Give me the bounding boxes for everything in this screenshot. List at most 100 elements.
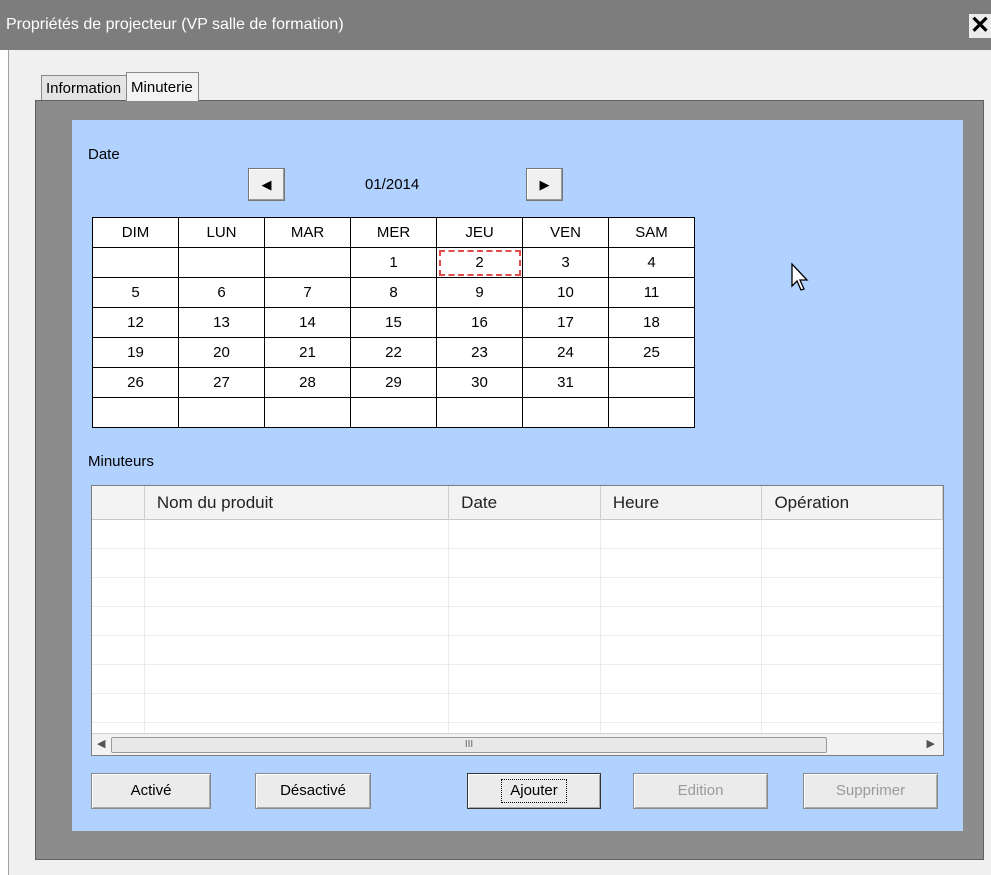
calendar-day-cell[interactable]: 24 <box>522 337 609 368</box>
column-header-product-name[interactable]: Nom du produit <box>145 486 450 520</box>
table-cell <box>762 549 943 578</box>
table-cell <box>601 549 763 578</box>
calendar-day-cell[interactable]: 18 <box>608 307 695 338</box>
table-cell <box>92 694 145 723</box>
prev-month-button[interactable]: ◀ <box>248 168 285 201</box>
calendar-day-cell[interactable]: 31 <box>522 367 609 398</box>
calendar-week-row: 26 27 28 29 30 31 <box>92 367 695 398</box>
table-cell <box>449 636 601 665</box>
calendar-day-cell[interactable]: 5 <box>92 277 179 308</box>
table-row <box>92 607 943 636</box>
enable-button-label: Activé <box>130 782 172 799</box>
timer-panel: Date ◀ 01/2014 ▶ DIM LUN MAR MER JEU VEN SAM 1 2… <box>72 120 963 831</box>
enable-button[interactable]: Activé <box>91 773 211 809</box>
calendar-empty-cell <box>522 397 609 428</box>
calendar-day-cell[interactable]: 19 <box>92 337 179 368</box>
calendar-day-cell[interactable]: 16 <box>436 307 523 338</box>
calendar-empty-cell <box>264 397 351 428</box>
table-cell <box>449 549 601 578</box>
table-cell <box>601 607 763 636</box>
calendar-day-cell[interactable]: 1 <box>350 247 437 278</box>
scroll-grip: III <box>464 739 474 750</box>
table-cell <box>601 520 763 549</box>
table-cell <box>449 665 601 694</box>
table-cell <box>449 578 601 607</box>
table-cell <box>92 520 145 549</box>
calendar-day-cell[interactable]: 15 <box>350 307 437 338</box>
tab-minuterie[interactable]: Minuterie <box>126 72 199 101</box>
calendar-day-cell[interactable]: 7 <box>264 277 351 308</box>
calendar-empty-cell <box>178 397 265 428</box>
column-header-time[interactable]: Heure <box>601 486 763 520</box>
edit-button-label: Edition <box>677 782 724 799</box>
table-cell <box>145 636 450 665</box>
calendar-day-cell[interactable]: 28 <box>264 367 351 398</box>
day-header: LUN <box>178 217 265 248</box>
next-month-button[interactable]: ▶ <box>526 168 563 201</box>
day-header: MAR <box>264 217 351 248</box>
calendar-day-cell[interactable]: 20 <box>178 337 265 368</box>
calendar-day-cell[interactable]: 11 <box>608 277 695 308</box>
calendar-day-cell[interactable]: 22 <box>350 337 437 368</box>
table-cell <box>601 694 763 723</box>
calendar-empty-cell <box>608 397 695 428</box>
calendar-day-cell[interactable]: 21 <box>264 337 351 368</box>
column-header-date[interactable]: Date <box>449 486 601 520</box>
chevron-right-icon: ▶ <box>539 176 550 192</box>
table-row <box>92 578 943 607</box>
tab-strip: Information Minuterie <box>41 72 199 101</box>
horizontal-scrollbar[interactable]: ◀ III ▶ <box>92 733 943 755</box>
day-header: JEU <box>436 217 523 248</box>
date-section-label: Date <box>88 146 120 163</box>
table-cell <box>762 665 943 694</box>
calendar-week-row: 1234 <box>92 247 695 278</box>
calendar-empty-cell <box>178 247 265 278</box>
disable-button[interactable]: Désactivé <box>255 773 371 809</box>
tab-information[interactable]: Information <box>41 75 128 101</box>
table-cell <box>145 665 450 694</box>
calendar-day-cell[interactable]: 29 <box>350 367 437 398</box>
dialog-body: Information Minuterie Date ◀ 01/2014 ▶ D… <box>8 50 991 875</box>
calendar-day-cell[interactable]: 9 <box>436 277 523 308</box>
day-header: MER <box>350 217 437 248</box>
table-cell <box>449 520 601 549</box>
calendar-day-cell[interactable]: 10 <box>522 277 609 308</box>
calendar-day-cell[interactable]: 23 <box>436 337 523 368</box>
calendar-day-cell[interactable]: 12 <box>92 307 179 338</box>
calendar-empty-cell <box>264 247 351 278</box>
calendar-day-cell[interactable]: 13 <box>178 307 265 338</box>
mouse-pointer-icon <box>791 262 809 291</box>
calendar-day-cell[interactable]: 8 <box>350 277 437 308</box>
table-row <box>92 520 943 549</box>
calendar-day-cell[interactable]: 14 <box>264 307 351 338</box>
table-row <box>92 636 943 665</box>
table-row <box>92 694 943 723</box>
scroll-thumb[interactable]: III <box>111 737 827 753</box>
calendar-day-cell[interactable]: 26 <box>92 367 179 398</box>
table-row <box>92 549 943 578</box>
day-header: DIM <box>92 217 179 248</box>
add-button[interactable]: Ajouter <box>467 773 601 809</box>
calendar-day-cell[interactable]: 2 <box>436 247 523 278</box>
table-cell <box>145 520 450 549</box>
calendar-day-cell[interactable]: 30 <box>436 367 523 398</box>
table-cell <box>762 607 943 636</box>
column-header-selector[interactable] <box>92 486 145 520</box>
window-title: Propriétés de projecteur (VP salle de fo… <box>6 16 344 33</box>
table-cell <box>449 694 601 723</box>
timers-table-body <box>92 520 943 752</box>
column-header-operation[interactable]: Opération <box>762 486 943 520</box>
calendar-day-cell[interactable]: 3 <box>522 247 609 278</box>
calendar-day-cell[interactable]: 6 <box>178 277 265 308</box>
scroll-right-icon[interactable]: ▶ <box>927 737 935 750</box>
scroll-left-icon[interactable]: ◀ <box>97 737 105 750</box>
calendar-day-cell[interactable]: 17 <box>522 307 609 338</box>
table-cell <box>601 578 763 607</box>
table-cell <box>762 520 943 549</box>
calendar-day-cell[interactable]: 4 <box>608 247 695 278</box>
calendar-day-cell[interactable]: 27 <box>178 367 265 398</box>
calendar-day-cell[interactable]: 25 <box>608 337 695 368</box>
timers-table-header: Nom du produit Date Heure Opération <box>92 486 943 520</box>
close-icon[interactable]: ✕ <box>969 14 991 38</box>
title-bar: Propriétés de projecteur (VP salle de fo… <box>0 0 991 50</box>
